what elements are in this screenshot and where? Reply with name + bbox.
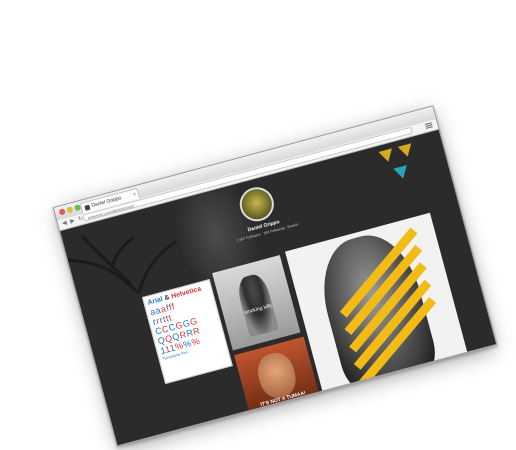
triangle-yellow-icon: [397, 143, 415, 159]
triangle-yellow-icon: [378, 148, 396, 164]
font-glyph: %: [190, 335, 202, 348]
triangle-blue-icon: [393, 165, 410, 181]
favicon-icon: [84, 204, 91, 211]
pin-card-gif[interactable]: IT'S NOT A TUMAA!: [234, 336, 320, 414]
close-window-button[interactable]: [58, 208, 66, 216]
browser-window: Daniel Grippo × ◀ ▶ ↻ pinterest.com/dani…: [52, 105, 498, 447]
menu-icon[interactable]: [424, 121, 434, 130]
pin-card-photo[interactable]: smoking kills: [212, 255, 301, 351]
minimize-window-button[interactable]: [66, 206, 74, 214]
page-content: Daniel Grippo 1,567 Followers · 256 Foll…: [60, 129, 497, 446]
